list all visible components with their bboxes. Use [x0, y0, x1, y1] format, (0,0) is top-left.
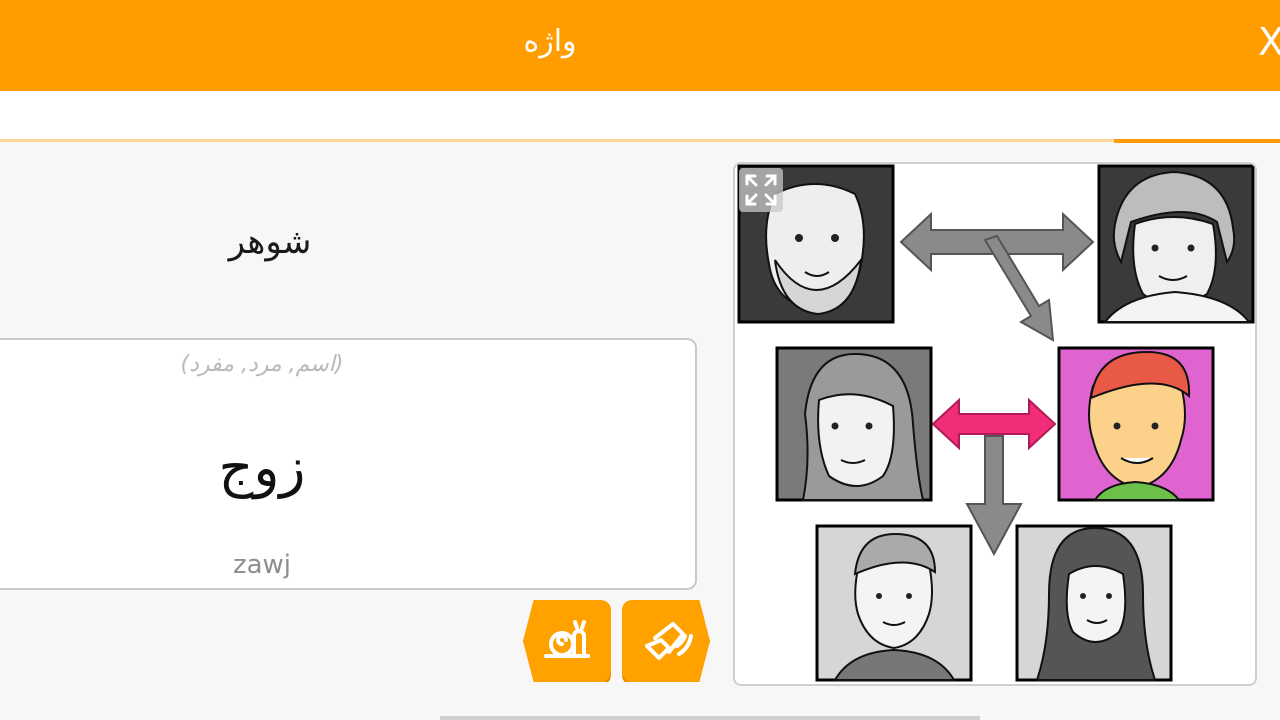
- grey-down-arrow: [965, 435, 1023, 557]
- slow-audio-button[interactable]: [523, 600, 611, 682]
- grey-arrows: [899, 211, 1095, 342]
- word-illustration[interactable]: [733, 162, 1257, 686]
- progress-track: [0, 139, 1280, 142]
- target-word: زوج: [218, 436, 306, 499]
- snail-icon: [544, 620, 590, 658]
- native-word: شوهر: [228, 222, 312, 262]
- speaker-icon: [645, 622, 693, 660]
- grandmother-portrait: [1097, 164, 1255, 324]
- top-bar: واژه X: [0, 0, 1280, 91]
- progress-fill: [1113, 139, 1280, 143]
- bottom-indicator: [440, 716, 980, 720]
- son-portrait: [815, 524, 973, 682]
- close-icon[interactable]: X: [1258, 22, 1280, 62]
- transliteration: zawj: [232, 550, 292, 580]
- progress-area: [0, 91, 1280, 141]
- wife-portrait: [775, 346, 933, 502]
- page-title: واژه: [523, 24, 577, 59]
- play-audio-button[interactable]: [622, 600, 710, 682]
- word-card: (اسم, مرد, مفرد) زوج zawj: [0, 338, 697, 590]
- expand-button[interactable]: [739, 168, 783, 212]
- grammar-info: (اسم, مرد, مفرد): [180, 352, 344, 377]
- family-diagram: [737, 164, 1255, 682]
- expand-icon: [745, 174, 777, 206]
- daughter-portrait: [1015, 524, 1173, 682]
- husband-portrait: [1057, 346, 1215, 502]
